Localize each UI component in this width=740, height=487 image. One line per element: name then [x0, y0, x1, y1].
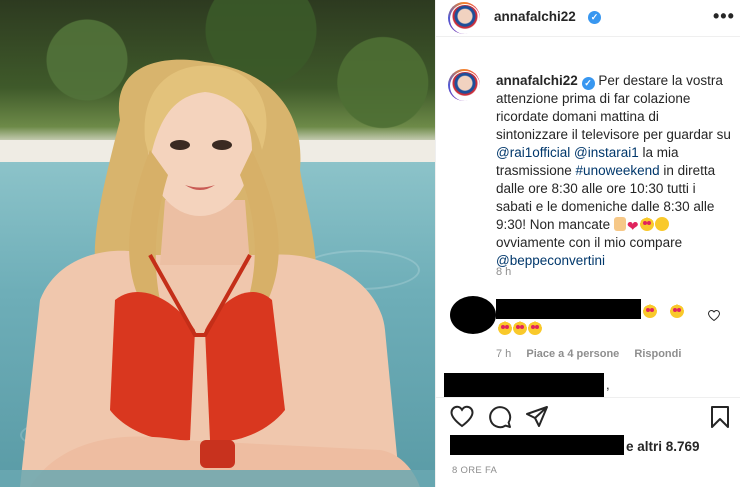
author-username[interactable]: annafalchi22 [494, 9, 576, 24]
comment-time: 7 h [496, 348, 512, 360]
comment-avatar-redacted [450, 296, 496, 334]
woman-in-pool-image [0, 59, 435, 487]
likers-redacted [450, 435, 624, 455]
heart-eyes-emoji-icon [670, 304, 685, 318]
mention-link[interactable]: @rai1official [496, 145, 570, 160]
like-heart-icon[interactable] [450, 405, 474, 429]
posted-time: 8 ORE FA [452, 465, 498, 476]
folded-hands-emoji-icon [613, 217, 626, 231]
caption-time: 8 h [496, 266, 512, 278]
heart-eyes-emoji-icon [498, 321, 512, 335]
kiss-emoji-icon [654, 217, 669, 231]
more-options-icon[interactable]: ••• [713, 6, 735, 27]
comment-redacted [444, 373, 604, 397]
post-actions [436, 397, 740, 433]
comment-username-redacted [496, 299, 641, 319]
comment-emojis [498, 320, 543, 338]
share-paper-plane-icon[interactable] [525, 405, 549, 429]
verified-badge-icon: ✓ [581, 77, 595, 90]
caption-text: ovviamente con il mio compare [496, 235, 683, 250]
caption-username[interactable]: annafalchi22 [496, 73, 578, 88]
reply-button[interactable]: Rispondi [634, 348, 681, 360]
likes-count[interactable]: e altri 8.769 [626, 439, 700, 454]
heart-emoji-icon: ❤ [626, 218, 639, 234]
post-side-panel: annafalchi22 ✓ ••• annafalchi22 ✓ Per de… [435, 0, 740, 487]
heart-eyes-emoji-icon [513, 321, 527, 335]
hashtag-link[interactable]: #unoweekend [576, 163, 660, 178]
verified-badge-icon: ✓ [588, 11, 601, 24]
author-avatar[interactable] [448, 2, 480, 34]
comment-comma: , [606, 377, 610, 392]
caption-avatar[interactable] [448, 69, 480, 101]
heart-eyes-emoji-icon [528, 321, 542, 335]
save-bookmark-icon[interactable] [708, 405, 732, 429]
post-header: annafalchi22 ✓ ••• [436, 0, 740, 37]
heart-eyes-emoji-icon [639, 217, 654, 231]
mention-link[interactable]: @instarai1 [574, 145, 639, 160]
comment-meta: 7 h Piace a 4 persone Rispondi [496, 348, 693, 360]
comment-emojis [643, 303, 685, 321]
like-comment-heart-icon[interactable] [708, 310, 720, 321]
mention-link[interactable]: @beppeconvertini [496, 253, 605, 268]
post-caption: annafalchi22 ✓ Per destare la vostra att… [496, 72, 734, 270]
comment-bubble-icon[interactable] [488, 405, 512, 429]
heart-eyes-emoji-icon [643, 304, 657, 318]
post-photo[interactable] [0, 0, 435, 487]
comment-likes[interactable]: Piace a 4 persone [526, 348, 619, 360]
